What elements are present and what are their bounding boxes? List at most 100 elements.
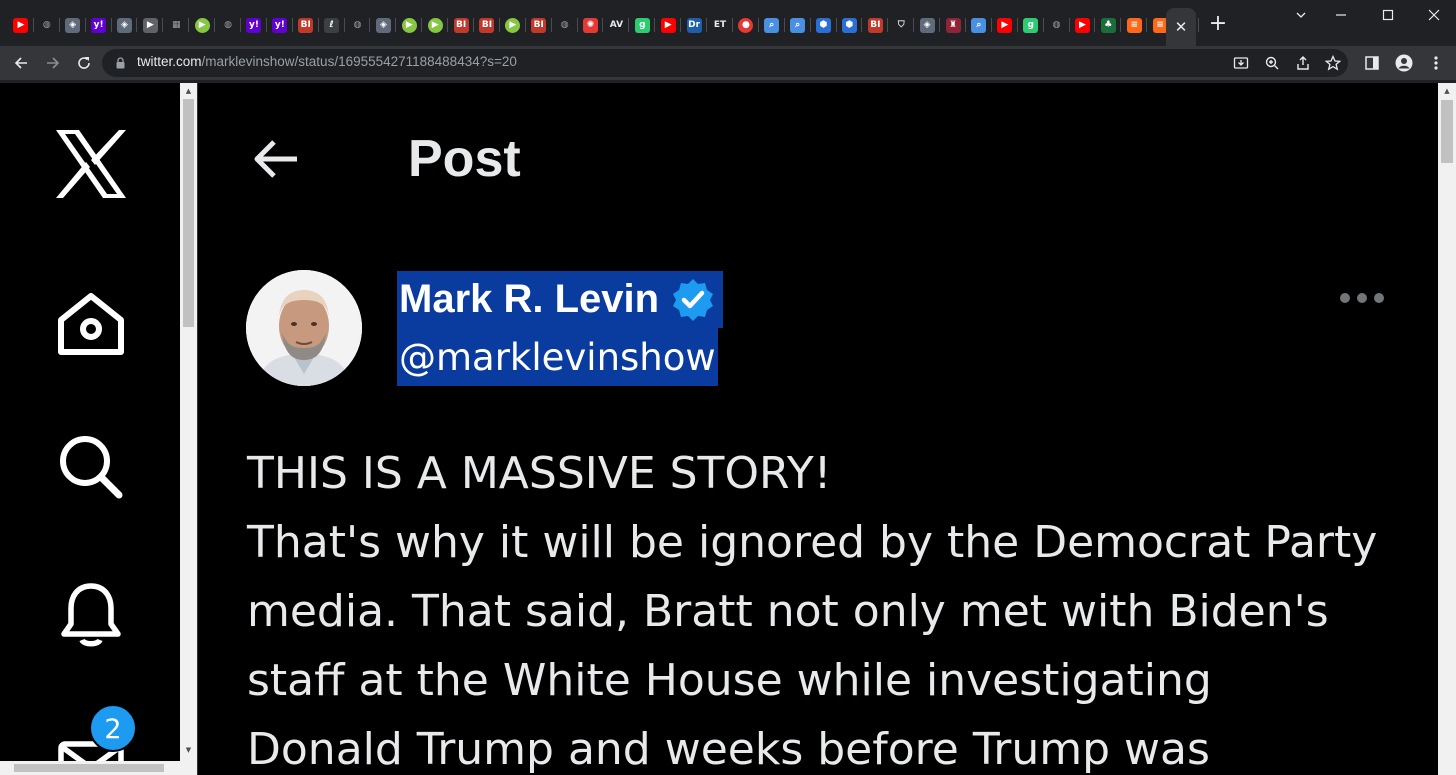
zoom-icon[interactable] bbox=[1263, 54, 1281, 72]
side-panel-icon[interactable] bbox=[1360, 51, 1384, 75]
et-icon: ET bbox=[713, 19, 727, 30]
globe-icon: ◍ bbox=[1052, 19, 1061, 30]
profile-icon[interactable] bbox=[1392, 51, 1416, 75]
page-scroll-thumb[interactable] bbox=[1441, 100, 1453, 163]
browser-tab[interactable]: ⌕ bbox=[785, 12, 811, 38]
browser-tab[interactable]: BI bbox=[526, 12, 552, 38]
author-avatar[interactable] bbox=[246, 270, 362, 386]
reload-icon[interactable] bbox=[72, 51, 96, 75]
search-icon[interactable] bbox=[52, 428, 130, 506]
browser-tab[interactable]: ⬢ bbox=[837, 12, 863, 38]
browser-tab[interactable]: BI bbox=[474, 12, 500, 38]
browser-tab[interactable]: ◍ bbox=[552, 12, 578, 38]
browser-tab[interactable]: ✺ bbox=[578, 12, 604, 38]
browser-tab[interactable]: ◈ bbox=[914, 12, 940, 38]
browser-tab[interactable]: y! bbox=[267, 12, 293, 38]
share-icon[interactable] bbox=[1294, 54, 1312, 72]
maximize-icon[interactable] bbox=[1376, 4, 1400, 28]
browser-tab[interactable]: ▶ bbox=[189, 12, 216, 38]
page-scroll-up-arrow-icon[interactable]: ▲ bbox=[1441, 85, 1453, 97]
browser-tab[interactable]: ▶ bbox=[137, 12, 164, 38]
crest-icon: ♜ bbox=[945, 17, 961, 33]
globe-icon: ◍ bbox=[224, 19, 232, 30]
browser-tab[interactable]: ▦ bbox=[163, 12, 190, 38]
browser-tab[interactable]: ET bbox=[707, 12, 733, 38]
rumble-icon: ▶ bbox=[505, 17, 521, 33]
tab-search-icon[interactable] bbox=[1289, 4, 1313, 28]
page-scrollbar[interactable]: ▲ bbox=[1438, 83, 1456, 775]
browser-tab[interactable]: ▶ bbox=[8, 12, 34, 38]
left-navigation: 2 bbox=[0, 83, 180, 775]
browser-tab[interactable]: ⌕ bbox=[759, 12, 785, 38]
browser-tab[interactable]: ◍ bbox=[345, 12, 371, 38]
browser-tab[interactable]: y! bbox=[86, 12, 112, 38]
back-arrow-icon[interactable] bbox=[250, 133, 302, 185]
browser-tab[interactable]: ◍ bbox=[1044, 12, 1070, 38]
browser-tab[interactable]: ▶ bbox=[500, 12, 526, 38]
browser-tab[interactable]: ● bbox=[733, 12, 759, 38]
minimize-icon[interactable] bbox=[1329, 4, 1353, 28]
browser-tab[interactable]: g bbox=[1018, 12, 1044, 38]
browser-tab[interactable]: ▶ bbox=[396, 12, 423, 38]
verified-badge-icon[interactable] bbox=[667, 271, 720, 328]
browser-tab[interactable]: Dr bbox=[681, 12, 707, 38]
author-handle-selection: @marklevinshow bbox=[397, 328, 718, 386]
browser-tab[interactable]: BI bbox=[293, 12, 319, 38]
more-options-icon[interactable] bbox=[1337, 283, 1387, 313]
browser-tab[interactable]: ◈ bbox=[112, 12, 138, 38]
back-nav-icon[interactable] bbox=[9, 51, 33, 75]
substack-icon: ≡ bbox=[1126, 17, 1142, 33]
sidebar-scroll-thumb[interactable] bbox=[183, 99, 194, 327]
install-app-icon[interactable] bbox=[1232, 54, 1250, 72]
globe-icon: ◍ bbox=[42, 19, 51, 30]
globe-icon: ◍ bbox=[353, 19, 362, 30]
bookmark-star-icon[interactable] bbox=[1324, 54, 1342, 72]
browser-tab[interactable]: ◈ bbox=[60, 12, 86, 38]
scroll-up-arrow-icon[interactable]: ▲ bbox=[183, 85, 194, 97]
browser-tab[interactable]: ▶ bbox=[655, 12, 682, 38]
active-tab[interactable]: ✕ bbox=[1166, 8, 1196, 46]
browser-tab[interactable]: BI bbox=[448, 12, 474, 38]
browser-tab[interactable]: ♣ bbox=[1095, 12, 1122, 38]
new-tab-button[interactable]: + bbox=[1206, 12, 1230, 36]
burst-icon: ✺ bbox=[583, 17, 599, 33]
browser-tab[interactable]: ▶ bbox=[422, 12, 449, 38]
browser-tab[interactable]: ⛉ bbox=[888, 12, 915, 38]
rumble-icon: ▶ bbox=[401, 17, 417, 33]
x-logo-icon[interactable] bbox=[52, 125, 130, 203]
browser-tab[interactable]: y! bbox=[241, 12, 267, 38]
browser-tab[interactable]: g bbox=[629, 12, 656, 38]
browser-tab[interactable]: ▶ bbox=[992, 12, 1018, 38]
browser-tab[interactable]: ◍ bbox=[34, 12, 60, 38]
browser-tab[interactable]: AV bbox=[603, 12, 630, 38]
post-text: THIS IS A MASSIVE STORY! That's why it w… bbox=[247, 448, 1378, 775]
notifications-bell-icon[interactable] bbox=[52, 575, 130, 653]
page-title: Post bbox=[408, 130, 521, 188]
scroll-down-arrow-icon[interactable]: ▼ bbox=[183, 744, 194, 756]
horizontal-scrollbar[interactable] bbox=[0, 761, 180, 775]
browser-tab[interactable]: BI bbox=[862, 12, 889, 38]
browser-tab[interactable]: ℓ bbox=[319, 12, 345, 38]
home-icon[interactable] bbox=[52, 285, 130, 363]
browser-tab[interactable]: ◈ bbox=[370, 12, 397, 38]
url-text: twitter.com/marklevinshow/status/1695554… bbox=[137, 54, 517, 69]
post-column: Post Mark R. Levin @marklevinshow THIS I… bbox=[197, 83, 1438, 775]
browser-tab[interactable]: ♜ bbox=[940, 12, 966, 38]
horizontal-scroll-thumb[interactable] bbox=[14, 764, 164, 772]
browser-tab[interactable]: ◍ bbox=[215, 12, 241, 38]
cube-icon: ⬢ bbox=[816, 17, 832, 33]
tabs-row: ▶ ◍ ◈ y! ◈ ▶ ▦ ▶ ◍ y! y! BI ℓ ◍ ◈ ▶ ▶ BI BI ▶ BI ◍ ✺ AV g ▶ Dr ET ● ⌕… bbox=[8, 12, 1199, 38]
browser-tab[interactable]: ▶ bbox=[1070, 12, 1096, 38]
close-window-icon[interactable] bbox=[1422, 4, 1446, 28]
sidebar-scrollbar[interactable]: ▲ ▼ bbox=[180, 83, 197, 775]
browser-tab[interactable]: ⌕ bbox=[966, 12, 992, 38]
author-handle[interactable]: @marklevinshow bbox=[399, 336, 716, 379]
forward-nav-icon[interactable] bbox=[41, 51, 65, 75]
browser-tab[interactable]: ⬢ bbox=[811, 12, 837, 38]
tab-close-icon[interactable]: ✕ bbox=[1175, 19, 1188, 35]
yahoo-icon: y! bbox=[91, 17, 107, 33]
address-bar[interactable]: twitter.com/marklevinshow/status/1695554… bbox=[102, 49, 1348, 77]
author-name[interactable]: Mark R. Levin bbox=[397, 277, 659, 322]
browser-tab[interactable]: ≡ bbox=[1121, 12, 1148, 38]
menu-kebab-icon[interactable] bbox=[1424, 51, 1448, 75]
